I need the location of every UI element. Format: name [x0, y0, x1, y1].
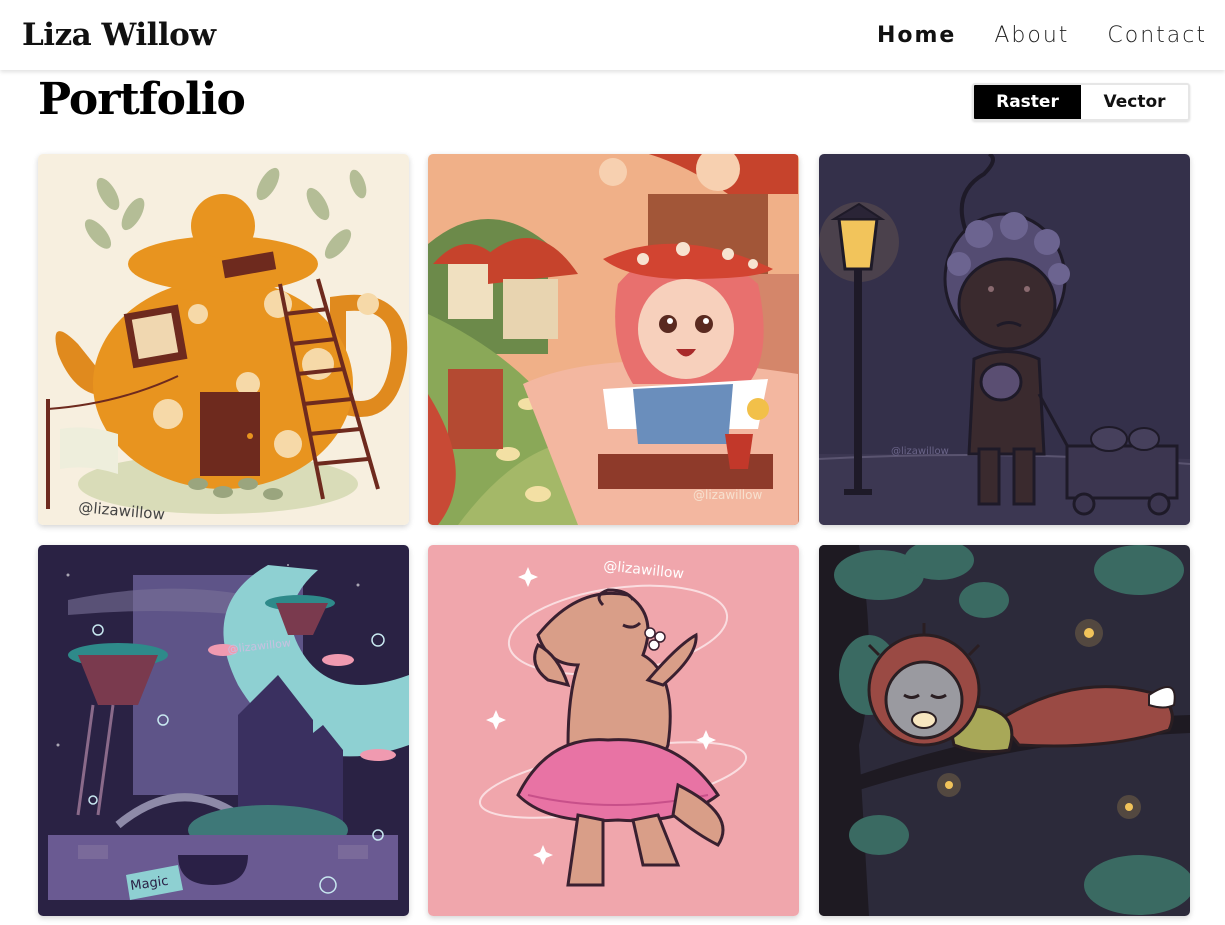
- gallery-item-tutu-dinosaur[interactable]: @lizawillow: [428, 545, 799, 916]
- raster-toggle-button[interactable]: Raster: [974, 85, 1081, 119]
- page-title: Portfolio: [38, 74, 246, 125]
- teapot-house-artwork: @lizawillow: [38, 154, 409, 525]
- site-brand[interactable]: Liza Willow: [22, 17, 216, 53]
- gallery-item-mushroom-girl[interactable]: @lizawillow: [428, 154, 799, 525]
- nav-contact-link[interactable]: Contact: [1107, 23, 1207, 48]
- gallery-item-teapot-house[interactable]: @lizawillow: [38, 154, 409, 525]
- gallery-item-lamp-post-kid[interactable]: @lizawillow: [819, 154, 1190, 525]
- main-nav: Home About Contact: [877, 23, 1207, 48]
- lamp-post-kid-artwork: @lizawillow: [819, 154, 1190, 525]
- nav-home-link[interactable]: Home: [877, 23, 956, 48]
- nav-about-link[interactable]: About: [994, 23, 1069, 48]
- gallery-item-magic-suitcase[interactable]: Magic @lizawillow: [38, 545, 409, 916]
- gallery-item-sleeping-critter[interactable]: [819, 545, 1190, 916]
- mushroom-girl-artwork: @lizawillow: [428, 154, 799, 525]
- tutu-dinosaur-artwork: @lizawillow: [428, 545, 799, 916]
- svg-text:@lizawillow: @lizawillow: [693, 488, 762, 502]
- vector-toggle-button[interactable]: Vector: [1081, 85, 1188, 119]
- raster-vector-toggle: Raster Vector: [972, 83, 1190, 121]
- sleeping-critter-artwork: [819, 545, 1190, 916]
- svg-text:@lizawillow: @lizawillow: [891, 446, 949, 457]
- top-navbar: Liza Willow Home About Contact: [0, 0, 1225, 70]
- magic-suitcase-artwork: Magic @lizawillow: [38, 545, 409, 916]
